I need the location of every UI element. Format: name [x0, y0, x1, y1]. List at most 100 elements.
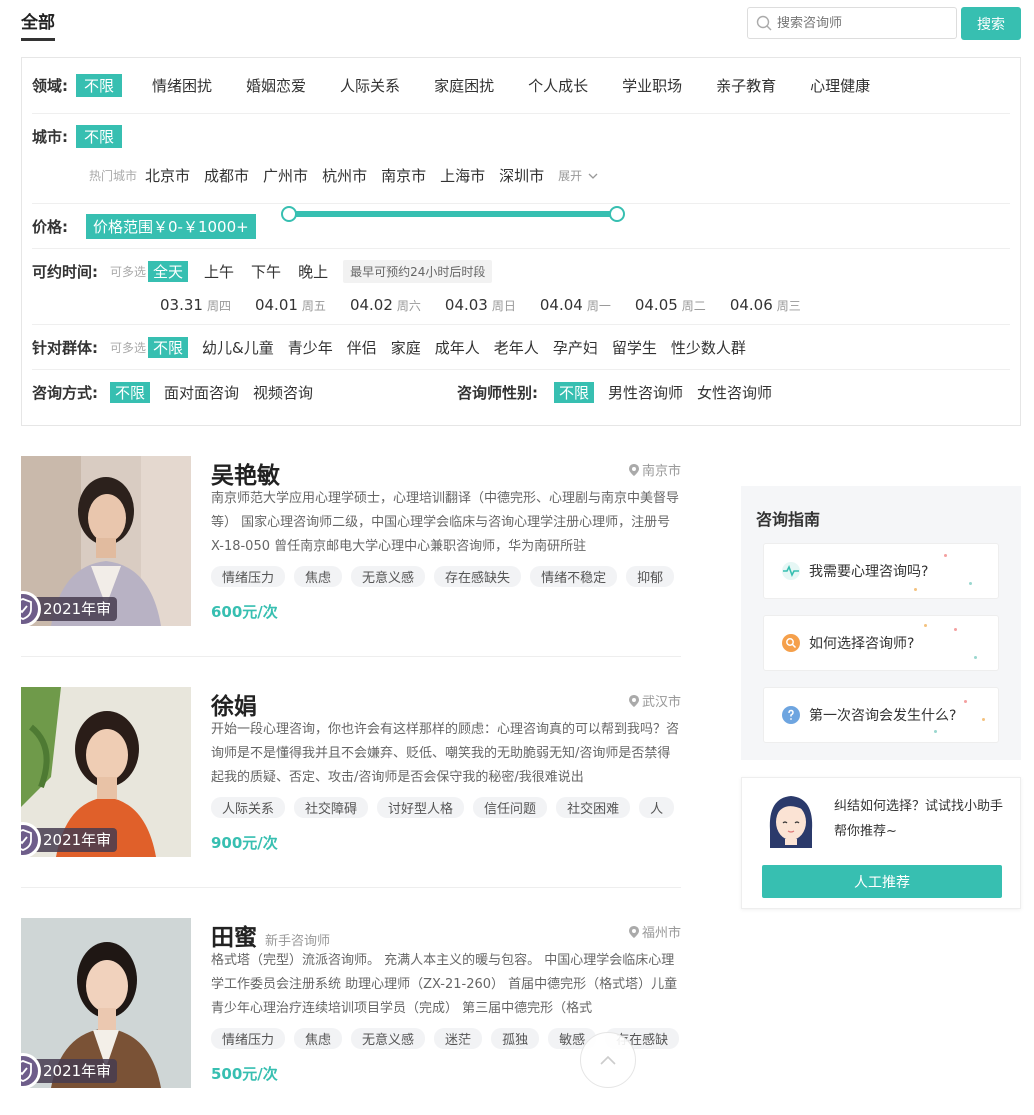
group-option[interactable]: 家庭	[391, 337, 421, 358]
counselor-card[interactable]: 2021年审 吴艳敏 南京市 南京师范大学应用心理学硕士，心理培训翻译（中德完形…	[21, 456, 681, 657]
date-option[interactable]: 03.31 周四	[160, 296, 231, 314]
time-option[interactable]: 下午	[251, 261, 281, 282]
time-option-all-day[interactable]: 全天	[148, 260, 189, 282]
group-option[interactable]: 性少数人群	[671, 337, 746, 358]
annual-review-badge: 2021年审	[21, 591, 118, 626]
date-option[interactable]: 04.06 周三	[730, 296, 801, 314]
city-option-unlimited[interactable]: 不限	[76, 124, 123, 148]
domain-option[interactable]: 家庭困扰	[434, 75, 494, 96]
tag: 焦虑	[294, 1028, 343, 1049]
back-to-top-button[interactable]	[580, 1032, 636, 1088]
city-option[interactable]: 南京市	[381, 165, 426, 186]
city-option[interactable]: 上海市	[440, 165, 485, 186]
tag: 焦虑	[294, 566, 343, 587]
domain-option[interactable]: 人际关系	[340, 75, 400, 96]
search-input[interactable]	[777, 15, 947, 31]
date-weekday: 周三	[776, 298, 801, 313]
counselor-name-text: 田蜜	[211, 925, 257, 951]
tag: 信任问题	[473, 797, 548, 818]
tab-all[interactable]: 全部	[21, 8, 55, 41]
guide-item-label: 如何选择咨询师?	[809, 636, 915, 652]
filter-hot-cities: 热门城市 北京市 成都市 广州市 杭州市 南京市 上海市 深圳市 展开	[32, 148, 1010, 204]
method-option[interactable]: 视频咨询	[253, 382, 313, 403]
domain-option[interactable]: 心理健康	[810, 75, 870, 96]
group-option[interactable]: 孕产妇	[553, 337, 598, 358]
manual-recommend-button[interactable]: 人工推荐	[762, 865, 1002, 898]
guide-item-need-consult[interactable]: 我需要心理咨询吗?	[763, 543, 999, 599]
city-option[interactable]: 北京市	[145, 165, 190, 186]
recommend-panel: 纠结如何选择？试试找小助手帮你推荐~ 人工推荐	[741, 777, 1021, 909]
counselor-photo[interactable]: 2021年审	[21, 687, 191, 857]
search-button[interactable]: 搜索	[961, 7, 1021, 40]
gender-option[interactable]: 女性咨询师	[697, 382, 772, 403]
filter-price: 价格: 价格范围￥0-￥1000+	[32, 204, 1010, 249]
multi-select-hint: 可多选	[110, 264, 147, 279]
gender-option-unlimited[interactable]: 不限	[554, 382, 595, 403]
guide-item-label: 第一次咨询会发生什么?	[809, 708, 957, 724]
price-slider-min-handle[interactable]	[281, 206, 297, 222]
tag: 人	[639, 797, 675, 818]
guide-title: 咨询指南	[756, 510, 821, 529]
time-option[interactable]: 上午	[204, 261, 234, 282]
group-option[interactable]: 伴侣	[347, 337, 377, 358]
group-option[interactable]: 老年人	[494, 337, 539, 358]
counselor-card[interactable]: 2021年审 徐娟 武汉市 开始一段心理咨询，你也许会有这样那样的顾虑：心理咨询…	[21, 687, 681, 888]
time-option[interactable]: 晚上	[298, 261, 328, 282]
method-option[interactable]: 面对面咨询	[164, 382, 239, 403]
counselor-photo[interactable]: 2021年审	[21, 918, 191, 1088]
counselor-tags: 情绪压力 焦虑 无意义感 存在感缺失 情绪不稳定 抑郁	[211, 566, 681, 588]
city-option[interactable]: 广州市	[263, 165, 308, 186]
date-option[interactable]: 04.02 周六	[350, 296, 421, 314]
city-option[interactable]: 成都市	[204, 165, 249, 186]
group-option[interactable]: 青少年	[288, 337, 333, 358]
counselor-bio: 南京师范大学应用心理学硕士，心理培训翻译（中德完形、心理剧与南京中美督导等） 国…	[211, 491, 680, 554]
date-weekday: 周六	[396, 298, 421, 313]
city-option[interactable]: 杭州市	[322, 165, 367, 186]
city-option[interactable]: 深圳市	[499, 165, 544, 186]
group-option[interactable]: 留学生	[612, 337, 657, 358]
counselor-photo[interactable]: 2021年审	[21, 456, 191, 626]
date-option[interactable]: 04.03 周日	[445, 296, 516, 314]
domain-option[interactable]: 学业职场	[622, 75, 682, 96]
tag: 人际关系	[211, 797, 286, 818]
gender-option[interactable]: 男性咨询师	[608, 382, 683, 403]
domain-option[interactable]: 亲子教育	[716, 75, 776, 96]
price-slider[interactable]	[281, 206, 625, 222]
pulse-icon	[782, 562, 800, 580]
date-option[interactable]: 04.01 周五	[255, 296, 326, 314]
counselor-name[interactable]: 吴艳敏	[211, 456, 280, 490]
filter-time-label: 可约时间:	[32, 262, 98, 281]
domain-option[interactable]: 情绪困扰	[152, 75, 212, 96]
date-value: 04.02	[349, 295, 393, 314]
expand-cities-button[interactable]: 展开	[558, 167, 600, 184]
multi-select-hint: 可多选	[110, 340, 147, 355]
guide-item-choose-counselor[interactable]: 如何选择咨询师?	[763, 615, 999, 671]
date-value: 04.01	[254, 295, 298, 314]
group-option[interactable]: 成年人	[435, 337, 480, 358]
date-option[interactable]: 04.05 周二	[635, 296, 706, 314]
counselor-name[interactable]: 田蜜 新手咨询师	[211, 918, 330, 952]
guide-item-first-session[interactable]: 第一次咨询会发生什么?	[763, 687, 999, 743]
filter-gender-label: 咨询师性别:	[457, 384, 538, 402]
search-field[interactable]	[747, 7, 957, 39]
counselor-name[interactable]: 徐娟	[211, 687, 257, 721]
domain-option[interactable]: 个人成长	[528, 75, 588, 96]
price-range-label: 价格范围￥0-￥1000+	[86, 213, 256, 239]
method-option-unlimited[interactable]: 不限	[110, 382, 151, 403]
date-option[interactable]: 04.04 周一	[540, 296, 611, 314]
consult-guide-panel: 咨询指南 我需要心理咨询吗? 如何选择咨询师? 第一次咨询会发生什么?	[741, 486, 1021, 760]
counselor-price: 900元/次	[211, 834, 278, 852]
price-slider-max-handle[interactable]	[609, 206, 625, 222]
domain-option[interactable]: 婚姻恋爱	[246, 75, 306, 96]
tag: 讨好型人格	[377, 797, 465, 818]
chevron-down-icon	[588, 173, 598, 179]
assistant-avatar-icon	[769, 796, 813, 848]
domain-option-unlimited[interactable]: 不限	[76, 74, 123, 97]
city-name: 福州市	[641, 926, 681, 941]
group-option-unlimited[interactable]: 不限	[148, 336, 189, 358]
date-value: 04.05	[634, 295, 678, 314]
location-icon	[628, 694, 639, 707]
tag: 社交困难	[556, 797, 631, 818]
group-option[interactable]: 幼儿&儿童	[202, 337, 274, 358]
counselor-name-text: 徐娟	[211, 694, 257, 720]
